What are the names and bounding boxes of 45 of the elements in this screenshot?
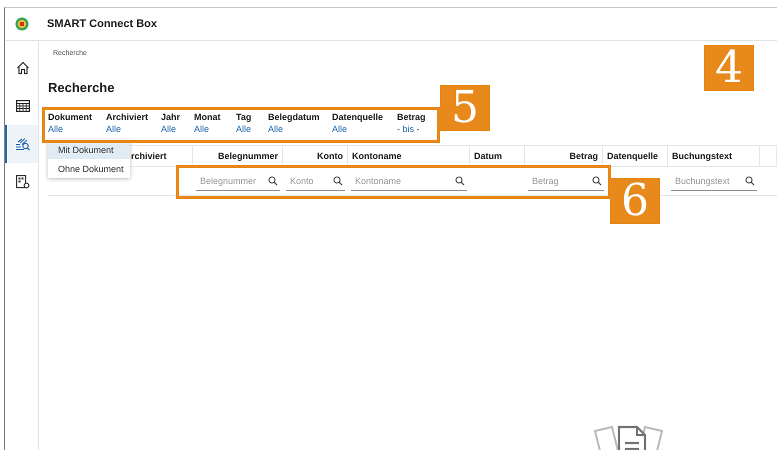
filter-value[interactable]: Alle: [106, 123, 122, 135]
filter-value[interactable]: - bis -: [397, 123, 420, 135]
search-icon: [745, 176, 755, 186]
filter-value[interactable]: Alle: [332, 123, 348, 135]
column-header[interactable]: Buchungstext: [672, 151, 732, 161]
column-header[interactable]: Belegnummer: [218, 151, 278, 161]
search-list-icon[interactable]: [14, 137, 30, 151]
filter-value[interactable]: Alle: [236, 123, 252, 135]
filter-label: Dokument: [48, 111, 92, 123]
callout-number: 4: [704, 45, 754, 91]
table-icon[interactable]: [16, 100, 30, 112]
filter-label: Jahr: [161, 111, 180, 123]
menu-item[interactable]: Ohne Dokument: [48, 159, 130, 178]
column-header[interactable]: Konto: [317, 151, 343, 161]
app-title: SMART Connect Box: [47, 18, 157, 30]
grid-gear-icon[interactable]: [16, 175, 30, 189]
search-field[interactable]: Betrag: [530, 176, 590, 186]
filter-label: Monat: [194, 111, 220, 123]
search-field[interactable]: Konto: [288, 176, 331, 186]
filter-label: Archiviert: [106, 111, 148, 123]
search-icon: [592, 176, 602, 186]
column-header[interactable]: Kontoname: [352, 151, 402, 161]
search-field[interactable]: Kontoname: [353, 176, 453, 186]
globe-logo-icon: [15, 17, 29, 31]
callout-number: 6: [610, 178, 660, 224]
search-icon: [333, 176, 343, 186]
callout-number: 5: [440, 85, 490, 131]
filter-label: Tag: [236, 111, 252, 123]
column-header[interactable]: Betrag: [569, 151, 598, 161]
home-icon[interactable]: [16, 61, 30, 75]
filter-label: Belegdatum: [268, 111, 320, 123]
search-icon: [268, 176, 278, 186]
filter-value[interactable]: Alle: [48, 123, 64, 135]
column-header[interactable]: rchiviert: [131, 151, 167, 161]
search-icon: [455, 176, 465, 186]
filter-value[interactable]: Alle: [194, 123, 210, 135]
column-header[interactable]: Datenquelle: [607, 151, 658, 161]
filter-value[interactable]: Alle: [268, 123, 284, 135]
filter-label: Datenquelle: [332, 111, 384, 123]
column-header[interactable]: Datum: [474, 151, 502, 161]
page-heading: Recherche: [48, 80, 116, 95]
filter-value[interactable]: Alle: [161, 123, 176, 135]
search-field[interactable]: Buchungstext: [673, 176, 743, 186]
search-field[interactable]: Belegnummer: [198, 176, 266, 186]
filter-label: Betrag: [397, 111, 426, 123]
